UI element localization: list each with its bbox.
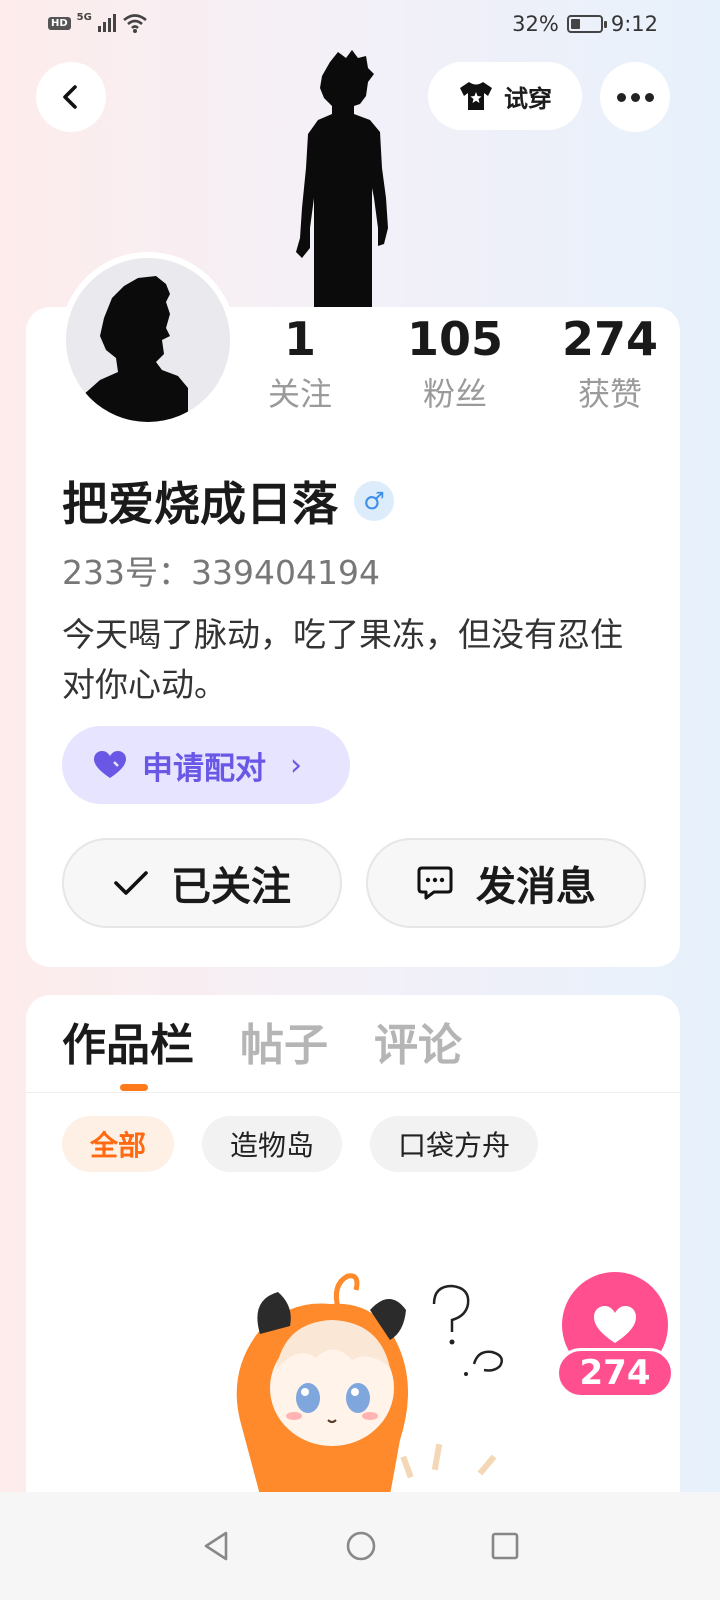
hd-badge: HD <box>48 16 71 30</box>
request-pair-button[interactable]: 申请配对 › <box>62 726 350 804</box>
chevron-right-icon: › <box>290 747 302 783</box>
tab-comments[interactable]: 评论 <box>374 1016 462 1076</box>
like-fab[interactable]: 274 <box>556 1272 674 1402</box>
status-left: HD 5G <box>48 12 148 34</box>
back-button[interactable] <box>36 62 106 132</box>
more-button[interactable] <box>600 62 670 132</box>
send-message-button[interactable]: 发消息 <box>366 838 646 928</box>
nickname: 把爱烧成日落 <box>62 477 338 531</box>
like-count: 274 <box>556 1348 674 1398</box>
works-tabs: 作品栏 帖子 评论 <box>62 1016 462 1076</box>
heart-icon <box>94 751 126 778</box>
wifi-icon <box>123 14 147 33</box>
filter-chip-all[interactable]: 全部 <box>62 1116 175 1172</box>
stat-value: 274 <box>561 312 659 366</box>
tab-posts[interactable]: 帖子 <box>240 1016 328 1076</box>
user-id: 233号：339404194 <box>62 553 380 592</box>
filter-chip-island[interactable]: 造物岛 <box>202 1116 343 1172</box>
heart-icon <box>594 1306 636 1343</box>
system-nav-bar <box>0 1492 720 1600</box>
nav-recents-icon[interactable] <box>490 1531 520 1561</box>
tab-divider <box>26 1092 680 1093</box>
stat-followers[interactable]: 105 粉丝 <box>395 312 515 416</box>
tab-works[interactable]: 作品栏 <box>62 1016 194 1076</box>
more-icon <box>616 92 654 102</box>
battery-icon <box>566 15 607 33</box>
request-pair-label: 申请配对 <box>142 750 266 787</box>
avatar[interactable] <box>60 252 236 428</box>
stat-following[interactable]: 1 关注 <box>240 312 360 416</box>
stat-label: 粉丝 <box>422 375 487 413</box>
message-icon <box>417 866 453 900</box>
stats-row: 1 关注 105 粉丝 274 获赞 <box>240 312 670 416</box>
nav-home-icon[interactable] <box>344 1529 378 1563</box>
back-icon <box>63 85 77 109</box>
stat-value: 1 <box>283 312 316 366</box>
stat-label: 获赞 <box>577 375 642 413</box>
network-type: 5G <box>76 11 92 23</box>
nav-back-icon[interactable] <box>200 1529 232 1563</box>
bio: 今天喝了脉动，吃了果冻，但没有忍住对你心动。 <box>62 615 623 704</box>
character-silhouette <box>296 50 388 310</box>
stat-value: 105 <box>406 312 504 366</box>
try-on-button[interactable]: 试穿 <box>428 62 582 130</box>
status-bar: HD 5G 32% 9:12 <box>0 0 720 52</box>
battery-percent: 32% <box>512 12 559 36</box>
gender-male-icon: ♂ <box>354 481 394 521</box>
filter-chip-ark[interactable]: 口袋方舟 <box>370 1116 539 1172</box>
filter-chips: 全部 造物岛 口袋方舟 <box>62 1116 539 1172</box>
active-tab-indicator <box>120 1084 148 1091</box>
following-button[interactable]: 已关注 <box>62 838 342 928</box>
stat-label: 关注 <box>267 375 332 413</box>
nickname-row: 把爱烧成日落 ♂ <box>62 468 394 534</box>
status-right: 32% 9:12 <box>512 12 658 36</box>
tshirt-icon <box>460 82 492 110</box>
send-message-label: 发消息 <box>476 864 596 910</box>
empty-state-illustration <box>236 1273 503 1495</box>
check-icon <box>114 871 148 895</box>
clock: 9:12 <box>610 12 658 36</box>
stat-likes[interactable]: 274 获赞 <box>550 312 670 416</box>
following-label: 已关注 <box>171 864 291 910</box>
try-on-label: 试穿 <box>504 84 552 113</box>
signal-icon <box>97 14 116 32</box>
avatar-silhouette <box>76 276 188 422</box>
